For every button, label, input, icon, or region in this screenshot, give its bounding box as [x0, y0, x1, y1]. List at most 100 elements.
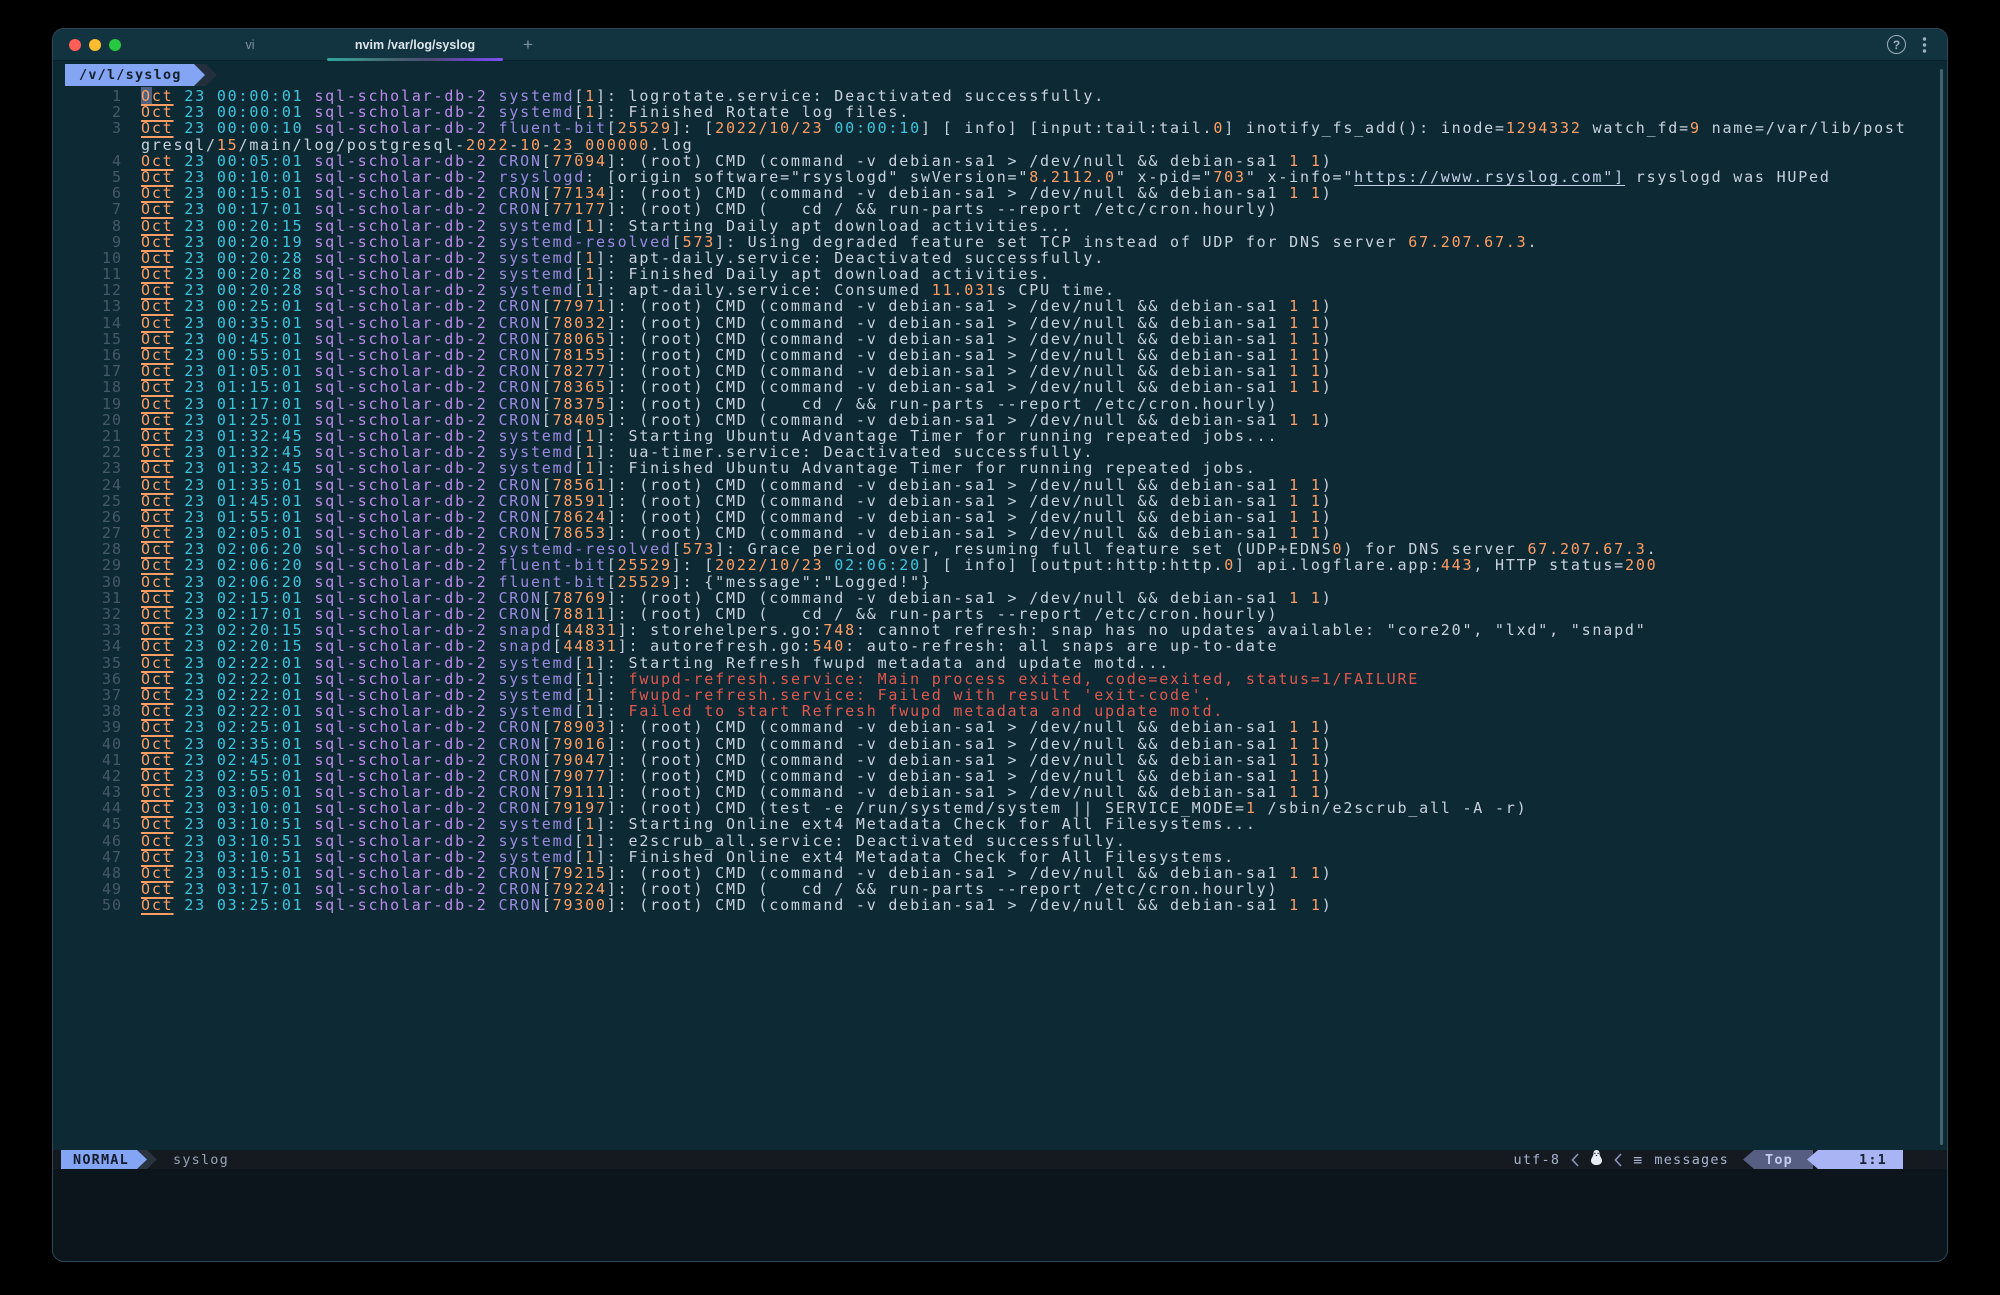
menu-dots-icon[interactable]: [1922, 36, 1927, 54]
buffer-tab-label: /v/l/syslog: [79, 67, 182, 83]
log-line-number: 24: [53, 477, 141, 493]
log-line[interactable]: 20Oct 23 01:25:01 sql-scholar-db-2 CRON[…: [53, 412, 1947, 428]
log-line-number: 42: [53, 768, 141, 784]
log-line[interactable]: 18Oct 23 01:15:01 sql-scholar-db-2 CRON[…: [53, 379, 1947, 395]
log-line-text: Oct 23 02:22:01 sql-scholar-db-2 systemd…: [141, 687, 1213, 703]
log-line-text: Oct 23 00:45:01 sql-scholar-db-2 CRON[78…: [141, 331, 1333, 347]
terminal-tab-nvim-syslog[interactable]: nvim /var/log/syslog: [325, 29, 505, 61]
log-line-text: Oct 23 01:17:01 sql-scholar-db-2 CRON[78…: [141, 396, 1278, 412]
log-line[interactable]: 30Oct 23 02:06:20 sql-scholar-db-2 fluen…: [53, 574, 1947, 590]
log-line[interactable]: 45Oct 23 03:10:51 sql-scholar-db-2 syste…: [53, 816, 1947, 832]
messages-label: messages: [1654, 1152, 1729, 1168]
log-line[interactable]: gresql/15/main/log/postgresql-2022-10-23…: [53, 137, 1947, 153]
log-line-number: 29: [53, 557, 141, 573]
log-line-text: Oct 23 00:20:19 sql-scholar-db-2 systemd…: [141, 234, 1538, 250]
log-line[interactable]: 7Oct 23 00:17:01 sql-scholar-db-2 CRON[7…: [53, 201, 1947, 217]
log-line-number: 15: [53, 331, 141, 347]
log-line-number: 8: [53, 218, 141, 234]
log-line[interactable]: 33Oct 23 02:20:15 sql-scholar-db-2 snapd…: [53, 622, 1947, 638]
log-line[interactable]: 31Oct 23 02:15:01 sql-scholar-db-2 CRON[…: [53, 590, 1947, 606]
log-line[interactable]: 12Oct 23 00:20:28 sql-scholar-db-2 syste…: [53, 282, 1947, 298]
log-line[interactable]: 42Oct 23 02:55:01 sql-scholar-db-2 CRON[…: [53, 768, 1947, 784]
log-line[interactable]: 24Oct 23 01:35:01 sql-scholar-db-2 CRON[…: [53, 477, 1947, 493]
log-line-text: Oct 23 00:00:10 sql-scholar-db-2 fluent-…: [141, 120, 1907, 136]
log-line-number: 27: [53, 525, 141, 541]
log-line-text: Oct 23 00:20:15 sql-scholar-db-2 systemd…: [141, 218, 1073, 234]
log-line-text: Oct 23 00:00:01 sql-scholar-db-2 systemd…: [141, 104, 910, 120]
log-line[interactable]: 3Oct 23 00:00:10 sql-scholar-db-2 fluent…: [53, 120, 1947, 136]
log-line-text: Oct 23 02:20:15 sql-scholar-db-2 snapd[4…: [141, 622, 1647, 638]
log-line[interactable]: 16Oct 23 00:55:01 sql-scholar-db-2 CRON[…: [53, 347, 1947, 363]
terminal-tab-vi[interactable]: vi: [175, 29, 325, 61]
log-line-text: Oct 23 02:35:01 sql-scholar-db-2 CRON[79…: [141, 736, 1333, 752]
log-line-number: 43: [53, 784, 141, 800]
log-line[interactable]: 43Oct 23 03:05:01 sql-scholar-db-2 CRON[…: [53, 784, 1947, 800]
log-line-number: 16: [53, 347, 141, 363]
log-line[interactable]: 13Oct 23 00:25:01 sql-scholar-db-2 CRON[…: [53, 298, 1947, 314]
log-line[interactable]: 32Oct 23 02:17:01 sql-scholar-db-2 CRON[…: [53, 606, 1947, 622]
log-line[interactable]: 26Oct 23 01:55:01 sql-scholar-db-2 CRON[…: [53, 509, 1947, 525]
command-line-area[interactable]: [53, 1169, 1947, 1261]
zoom-button[interactable]: [109, 39, 121, 51]
minimize-button[interactable]: [89, 39, 101, 51]
log-line[interactable]: 35Oct 23 02:22:01 sql-scholar-db-2 syste…: [53, 655, 1947, 671]
log-line-text: Oct 23 00:35:01 sql-scholar-db-2 CRON[78…: [141, 315, 1333, 331]
log-line-number: 48: [53, 865, 141, 881]
log-line[interactable]: 48Oct 23 03:15:01 sql-scholar-db-2 CRON[…: [53, 865, 1947, 881]
log-line-text: Oct 23 01:32:45 sql-scholar-db-2 systemd…: [141, 444, 1094, 460]
log-line-number: 49: [53, 881, 141, 897]
log-line[interactable]: 19Oct 23 01:17:01 sql-scholar-db-2 CRON[…: [53, 396, 1947, 412]
log-line[interactable]: 39Oct 23 02:25:01 sql-scholar-db-2 CRON[…: [53, 719, 1947, 735]
log-line-text: Oct 23 01:32:45 sql-scholar-db-2 systemd…: [141, 460, 1257, 476]
log-line[interactable]: 47Oct 23 03:10:51 sql-scholar-db-2 syste…: [53, 849, 1947, 865]
terminal-tab-nvim-label: nvim /var/log/syslog: [355, 38, 475, 52]
log-line[interactable]: 40Oct 23 02:35:01 sql-scholar-db-2 CRON[…: [53, 736, 1947, 752]
log-line[interactable]: 36Oct 23 02:22:01 sql-scholar-db-2 syste…: [53, 671, 1947, 687]
buffer-tab-syslog[interactable]: /v/l/syslog: [65, 64, 205, 86]
log-line-text: Oct 23 02:20:15 sql-scholar-db-2 snapd[4…: [141, 638, 1278, 654]
log-line[interactable]: 50Oct 23 03:25:01 sql-scholar-db-2 CRON[…: [53, 897, 1947, 913]
log-line[interactable]: 11Oct 23 00:20:28 sql-scholar-db-2 syste…: [53, 266, 1947, 282]
log-line-text: Oct 23 03:10:51 sql-scholar-db-2 systemd…: [141, 849, 1235, 865]
log-line[interactable]: 10Oct 23 00:20:28 sql-scholar-db-2 syste…: [53, 250, 1947, 266]
help-icon[interactable]: ?: [1887, 35, 1906, 54]
log-line[interactable]: 38Oct 23 02:22:01 sql-scholar-db-2 syste…: [53, 703, 1947, 719]
buffer-tabline: /v/l/syslog: [53, 61, 1947, 88]
log-line[interactable]: 14Oct 23 00:35:01 sql-scholar-db-2 CRON[…: [53, 315, 1947, 331]
log-line[interactable]: 37Oct 23 02:22:01 sql-scholar-db-2 syste…: [53, 687, 1947, 703]
scrollbar[interactable]: [1940, 69, 1943, 1145]
log-line-text: Oct 23 00:10:01 sql-scholar-db-2 rsyslog…: [141, 169, 1831, 185]
log-line[interactable]: 21Oct 23 01:32:45 sql-scholar-db-2 syste…: [53, 428, 1947, 444]
log-line[interactable]: 41Oct 23 02:45:01 sql-scholar-db-2 CRON[…: [53, 752, 1947, 768]
log-line[interactable]: 15Oct 23 00:45:01 sql-scholar-db-2 CRON[…: [53, 331, 1947, 347]
log-line[interactable]: 9Oct 23 00:20:19 sql-scholar-db-2 system…: [53, 234, 1947, 250]
log-line[interactable]: 27Oct 23 02:05:01 sql-scholar-db-2 CRON[…: [53, 525, 1947, 541]
log-line-text: Oct 23 02:55:01 sql-scholar-db-2 CRON[79…: [141, 768, 1333, 784]
log-line[interactable]: 8Oct 23 00:20:15 sql-scholar-db-2 system…: [53, 218, 1947, 234]
log-line-number: 40: [53, 736, 141, 752]
log-line-number: 1: [53, 88, 141, 104]
log-line[interactable]: 34Oct 23 02:20:15 sql-scholar-db-2 snapd…: [53, 638, 1947, 654]
new-tab-button[interactable]: +: [523, 35, 533, 55]
log-line[interactable]: 23Oct 23 01:32:45 sql-scholar-db-2 syste…: [53, 460, 1947, 476]
log-line[interactable]: 29Oct 23 02:06:20 sql-scholar-db-2 fluen…: [53, 557, 1947, 573]
terminal-tab-vi-label: vi: [245, 38, 254, 52]
log-line[interactable]: 49Oct 23 03:17:01 sql-scholar-db-2 CRON[…: [53, 881, 1947, 897]
log-line[interactable]: 6Oct 23 00:15:01 sql-scholar-db-2 CRON[7…: [53, 185, 1947, 201]
log-line[interactable]: 46Oct 23 03:10:51 sql-scholar-db-2 syste…: [53, 833, 1947, 849]
log-line-text: Oct 23 02:06:20 sql-scholar-db-2 fluent-…: [141, 574, 932, 590]
log-line-text: Oct 23 00:05:01 sql-scholar-db-2 CRON[77…: [141, 153, 1333, 169]
log-line-number: 50: [53, 897, 141, 913]
log-line[interactable]: 17Oct 23 01:05:01 sql-scholar-db-2 CRON[…: [53, 363, 1947, 379]
log-line[interactable]: 22Oct 23 01:32:45 sql-scholar-db-2 syste…: [53, 444, 1947, 460]
log-line[interactable]: 25Oct 23 01:45:01 sql-scholar-db-2 CRON[…: [53, 493, 1947, 509]
log-line[interactable]: 44Oct 23 03:10:01 sql-scholar-db-2 CRON[…: [53, 800, 1947, 816]
close-button[interactable]: [69, 39, 81, 51]
log-line[interactable]: 1Oct 23 00:00:01 sql-scholar-db-2 system…: [53, 88, 1947, 104]
terminal-window: vi nvim /var/log/syslog + ? /v/l/syslog …: [52, 28, 1948, 1262]
log-line[interactable]: 28Oct 23 02:06:20 sql-scholar-db-2 syste…: [53, 541, 1947, 557]
log-line[interactable]: 4Oct 23 00:05:01 sql-scholar-db-2 CRON[7…: [53, 153, 1947, 169]
log-line[interactable]: 2Oct 23 00:00:01 sql-scholar-db-2 system…: [53, 104, 1947, 120]
log-line[interactable]: 5Oct 23 00:10:01 sql-scholar-db-2 rsyslo…: [53, 169, 1947, 185]
log-line-number: 41: [53, 752, 141, 768]
